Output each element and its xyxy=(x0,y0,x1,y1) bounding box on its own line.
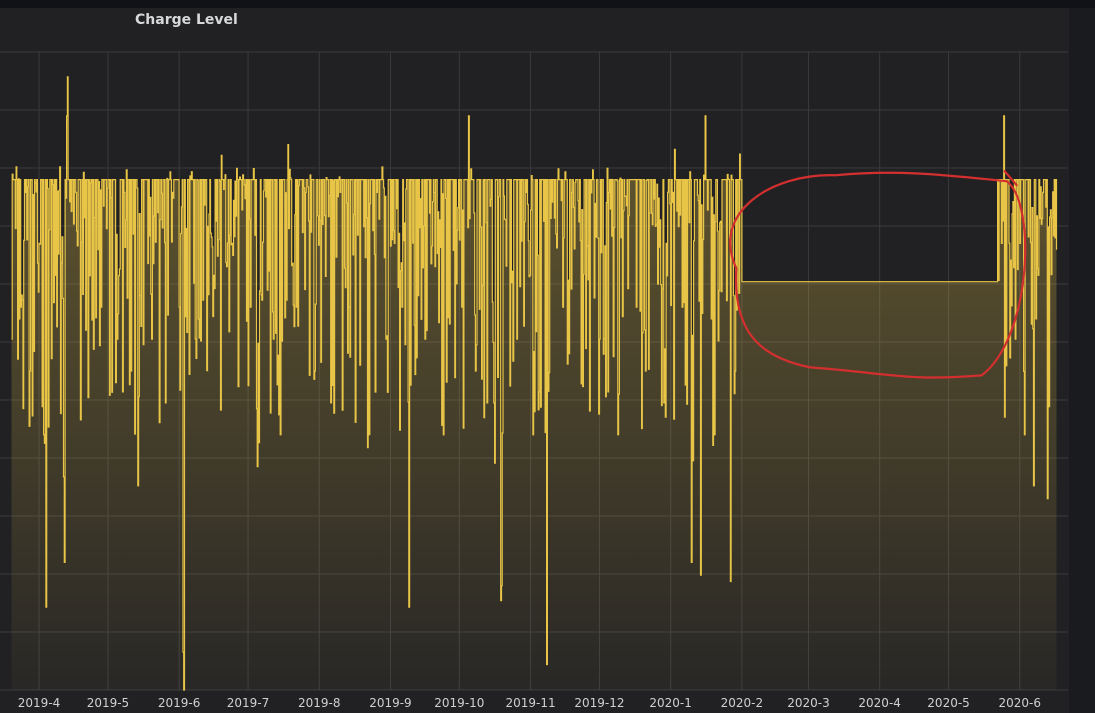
series-layer xyxy=(11,76,1058,691)
x-tick-label: 2019-5 xyxy=(87,696,130,710)
x-tick-label: 2019-9 xyxy=(369,696,412,710)
x-tick-label: 2019-12 xyxy=(574,696,624,710)
x-tick-label: 2020-2 xyxy=(721,696,764,710)
x-tick-label: 2020-6 xyxy=(999,696,1042,710)
x-tick-label: 2019-8 xyxy=(298,696,341,710)
charge-level-chart: 2019-4 2019-5 2019-6 2019-7 2019-8 2019-9 2019… xyxy=(0,51,1068,710)
x-tick-label: 2019-6 xyxy=(158,696,201,710)
x-tick-label: 2020-5 xyxy=(927,696,970,710)
x-tick-label: 2019-11 xyxy=(505,696,555,710)
x-tick-label: 2019-4 xyxy=(18,696,61,710)
x-tick-label: 2020-3 xyxy=(787,696,830,710)
x-tick-label: 2019-10 xyxy=(434,696,484,710)
x-tick-label: 2020-4 xyxy=(858,696,901,710)
x-tick-label: 2020-1 xyxy=(649,696,692,710)
x-axis-ticks: 2019-4 2019-5 2019-6 2019-7 2019-8 2019-9 2019… xyxy=(18,696,1041,710)
x-tick-label: 2019-7 xyxy=(227,696,270,710)
